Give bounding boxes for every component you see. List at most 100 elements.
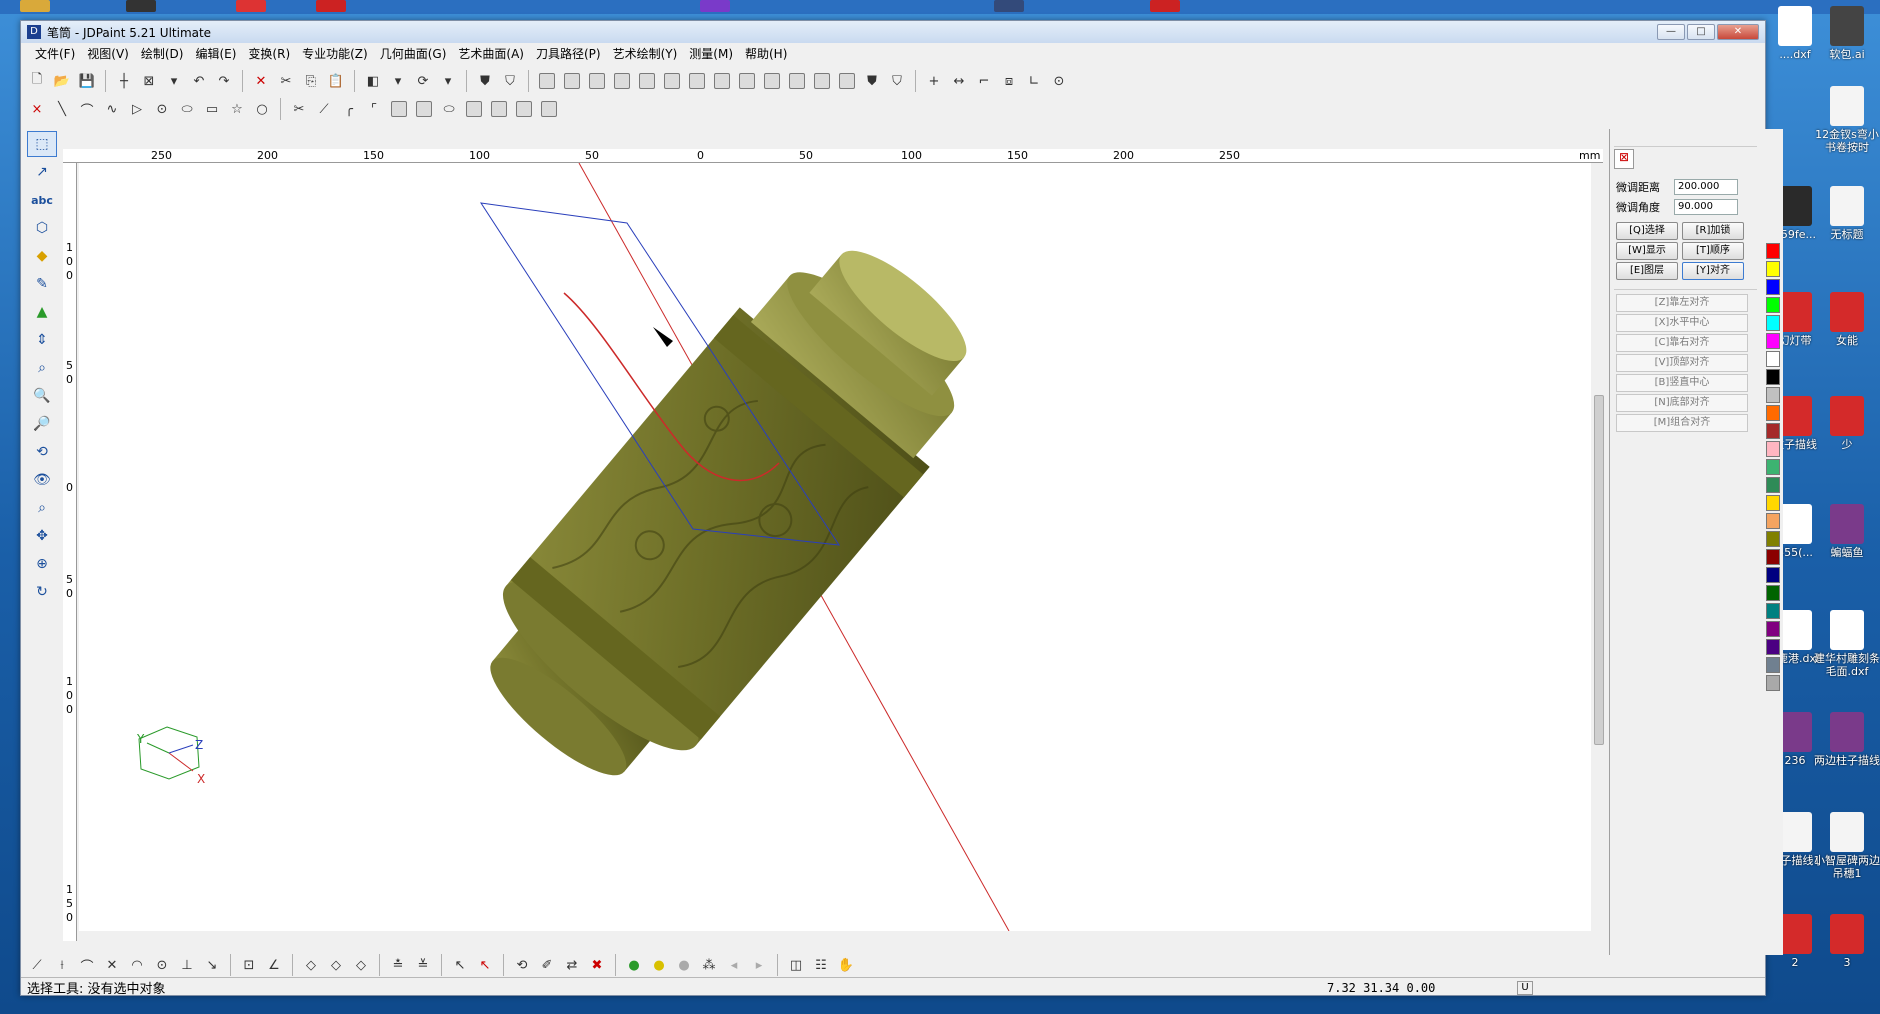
align-button[interactable]: [Y]对齐 [1682, 262, 1744, 280]
refresh-dropdown-icon[interactable]: ▾ [436, 69, 460, 93]
split-icon[interactable] [760, 69, 784, 93]
fine-distance-input[interactable]: 200.000 [1674, 179, 1738, 195]
desktop-icon-nuneng[interactable]: 女能 [1812, 292, 1880, 347]
horizontal-scrollbar[interactable] [79, 931, 1591, 945]
remove-icon[interactable]: ✖ [585, 953, 609, 977]
color-swatch[interactable] [1766, 351, 1780, 367]
layer-color-icon[interactable]: ◧ [361, 69, 385, 93]
menu-measure[interactable]: 测量(M) [683, 45, 739, 62]
measure-angle-icon[interactable]: ∟ [1022, 69, 1046, 93]
plus-icon[interactable]: + [922, 69, 946, 93]
mirror-icon[interactable] [610, 69, 634, 93]
color-swatch[interactable] [1766, 279, 1780, 295]
color-swatch[interactable] [1766, 459, 1780, 475]
color-swatch[interactable] [1766, 549, 1780, 565]
paste-icon[interactable]: 📋 [324, 69, 348, 93]
app-icon-7[interactable] [1150, 0, 1180, 12]
frame-icon[interactable] [462, 97, 486, 121]
color-swatch[interactable] [1766, 315, 1780, 331]
copy-icon[interactable]: ⎘ [299, 69, 323, 93]
color-swatch[interactable] [1766, 261, 1780, 277]
color-swatch[interactable] [1766, 495, 1780, 511]
polyline-icon[interactable]: ▷ [125, 97, 149, 121]
align-group-option[interactable]: [M]组合对齐 [1616, 414, 1748, 432]
desktop-icon-jianhua[interactable]: 建华村雕刻条毛面.dxf [1812, 610, 1880, 678]
maximize-button[interactable]: □ [1687, 24, 1715, 40]
light-group-icon[interactable]: ⁂ [697, 953, 721, 977]
app-icon-2[interactable] [126, 0, 156, 12]
align-center-icon[interactable] [560, 69, 584, 93]
chamfer-icon[interactable]: ⌜ [362, 97, 386, 121]
ungroup-icon[interactable] [835, 69, 859, 93]
join-icon[interactable] [387, 97, 411, 121]
desktop-icon-bat[interactable]: 蝙蝠鱼 [1812, 504, 1880, 559]
layer-button[interactable]: [E]图层 [1616, 262, 1678, 280]
color-swatch[interactable] [1766, 531, 1780, 547]
app-icon-4[interactable] [316, 0, 346, 12]
save-icon[interactable]: 💾 [75, 69, 99, 93]
spline-icon[interactable]: ∿ [100, 97, 124, 121]
color-swatch[interactable] [1766, 243, 1780, 259]
snap-center-icon[interactable]: ⊙ [150, 953, 174, 977]
menu-transform[interactable]: 变换(R) [242, 45, 296, 62]
light-prev-icon[interactable]: ◂ [722, 953, 746, 977]
color-swatch[interactable] [1766, 513, 1780, 529]
dimension-box-icon[interactable]: ⧈ [997, 69, 1021, 93]
explode-icon[interactable] [785, 69, 809, 93]
select-tool-icon[interactable]: ⬚ [27, 131, 57, 157]
menu-professional[interactable]: 专业功能(Z) [296, 45, 374, 62]
align-top-option[interactable]: [V]顶部对齐 [1616, 354, 1748, 372]
arc-icon[interactable]: ⌒ [75, 97, 99, 121]
snap-tangent-icon[interactable]: ◠ [125, 953, 149, 977]
color-swatch[interactable] [1766, 657, 1780, 673]
menu-draw[interactable]: 绘制(D) [135, 45, 190, 62]
pen-tool-icon[interactable]: ✎ [27, 271, 57, 297]
color-swatch[interactable] [1766, 675, 1780, 691]
zoom-out-icon[interactable]: 🔎 [27, 411, 57, 437]
multi-copy-icon[interactable] [512, 97, 536, 121]
desktop-icon-both-pillars[interactable]: 两边柱子描线 [1812, 712, 1880, 767]
title-bar[interactable]: D 笔筒 - JDPaint 5.21 Ultimate — □ ✕ [21, 21, 1765, 43]
zoom-all-icon[interactable]: ⌕ [27, 495, 57, 521]
menu-art-draw[interactable]: 艺术绘制(Y) [607, 45, 684, 62]
cursor-delete-icon[interactable]: ↖ [473, 953, 497, 977]
rotate-view-icon[interactable]: ↻ [27, 579, 57, 605]
text-tool-icon[interactable]: abc [27, 187, 57, 213]
menu-file[interactable]: 文件(F) [29, 45, 81, 62]
offset-icon[interactable] [635, 69, 659, 93]
circle-icon[interactable]: ○ [250, 97, 274, 121]
break-icon[interactable]: ⟋ [312, 97, 336, 121]
snap-grid-icon[interactable]: ⊡ [237, 953, 261, 977]
menu-view[interactable]: 视图(V) [81, 45, 135, 62]
grid-icon[interactable] [660, 69, 684, 93]
shade-solid-icon[interactable]: ⛉ [498, 69, 522, 93]
group-icon[interactable] [810, 69, 834, 93]
pan-icon[interactable]: ✥ [27, 523, 57, 549]
color-swatch[interactable] [1766, 585, 1780, 601]
menu-art-surface[interactable]: 艺术曲面(A) [452, 45, 530, 62]
node-tool-icon[interactable]: ↗ [27, 159, 57, 185]
zoom-dynamic-icon[interactable]: ⊕ [27, 551, 57, 577]
desktop-icon-softpack[interactable]: 软包.ai [1812, 6, 1880, 61]
lock-button[interactable]: [R]加锁 [1682, 222, 1744, 240]
app-icon-6[interactable] [994, 0, 1024, 12]
menu-edit[interactable]: 编辑(E) [189, 45, 242, 62]
desktop-icon-shao[interactable]: 少 [1812, 396, 1880, 451]
light-green-icon[interactable]: ● [622, 953, 646, 977]
snap-arc-icon[interactable]: ⌒ [75, 953, 99, 977]
layer-dropdown-icon[interactable]: ▾ [386, 69, 410, 93]
star-icon[interactable]: ☆ [225, 97, 249, 121]
snap-intersection-icon[interactable]: ✕ [100, 953, 124, 977]
height-tool-icon[interactable]: ⇕ [27, 327, 57, 353]
menu-help[interactable]: 帮助(H) [739, 45, 793, 62]
stack-icon[interactable]: ≛ [386, 953, 410, 977]
menu-toolpath[interactable]: 刀具路径(P) [530, 45, 607, 62]
align-vcenter-option[interactable]: [B]竖直中心 [1616, 374, 1748, 392]
desktop-icon-scroll[interactable]: 12金钗s弯小书卷按时 [1812, 86, 1880, 154]
copy-transform-icon[interactable] [487, 97, 511, 121]
measure-distance-icon[interactable]: ↔ [947, 69, 971, 93]
zoom-previous-icon[interactable]: ⟲ [27, 439, 57, 465]
trim-icon[interactable] [710, 69, 734, 93]
color-swatch[interactable] [1766, 603, 1780, 619]
color-swatch[interactable] [1766, 477, 1780, 493]
